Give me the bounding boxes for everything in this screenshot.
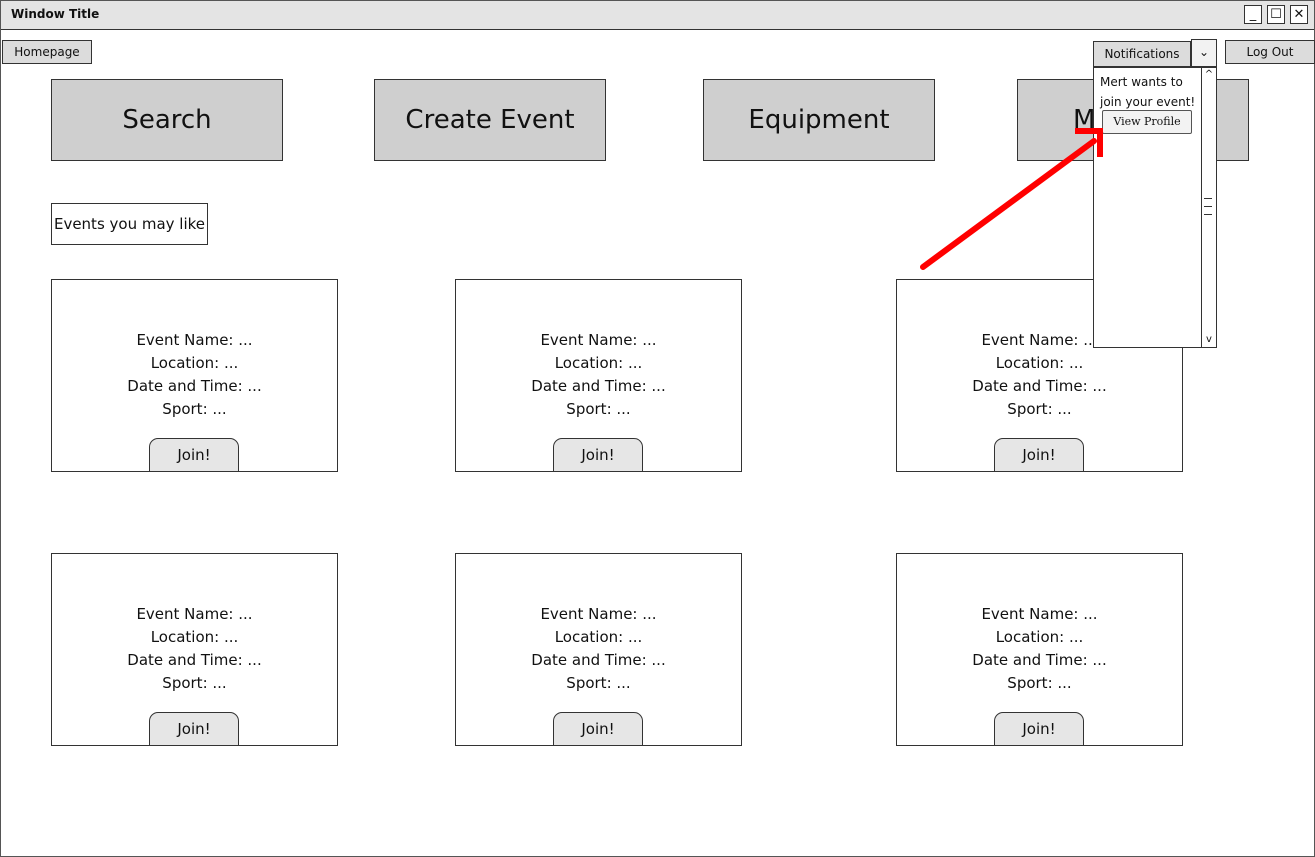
create-event-button[interactable]: Create Event	[374, 79, 606, 161]
homepage-button[interactable]: Homepage	[2, 40, 92, 64]
chevron-down-icon: ⌄	[1198, 45, 1210, 59]
event-sport: Sport: ...	[1007, 674, 1072, 692]
event-datetime: Date and Time: ...	[531, 377, 666, 395]
event-location: Location: ...	[554, 628, 643, 646]
close-button[interactable]: ✕	[1290, 5, 1308, 24]
equipment-button[interactable]: Equipment	[703, 79, 935, 161]
event-name: Event Name: ...	[136, 331, 253, 349]
section-label: Events you may like	[51, 203, 208, 245]
event-location: Location: ...	[150, 628, 239, 646]
event-sport: Sport: ...	[162, 674, 227, 692]
join-button[interactable]: Join!	[149, 438, 239, 472]
join-button[interactable]: Join!	[553, 438, 643, 472]
event-card: Event Name: ... Location: ... Date and T…	[455, 553, 742, 746]
event-name: Event Name: ...	[136, 605, 253, 623]
maximize-button[interactable]: ☐	[1267, 5, 1285, 24]
event-card: Event Name: ... Location: ... Date and T…	[896, 553, 1183, 746]
notifications-button[interactable]: Notifications	[1093, 41, 1191, 67]
search-button[interactable]: Search	[51, 79, 283, 161]
scroll-grip-line	[1204, 198, 1212, 199]
join-button[interactable]: Join!	[149, 712, 239, 746]
app-window: Window Title _ ☐ ✕ Homepage Notification…	[0, 0, 1315, 857]
join-button[interactable]: Join!	[994, 438, 1084, 472]
scroll-down-icon[interactable]: v	[1202, 333, 1216, 347]
event-location: Location: ...	[995, 354, 1084, 372]
event-name: Event Name: ...	[540, 605, 657, 623]
event-card: Event Name: ... Location: ... Date and T…	[51, 553, 338, 746]
notifications-panel: Mert wants to join your event! View Prof…	[1093, 67, 1217, 348]
event-sport: Sport: ...	[162, 400, 227, 418]
event-datetime: Date and Time: ...	[127, 651, 262, 669]
minimize-button[interactable]: _	[1244, 5, 1262, 24]
event-name: Event Name: ...	[981, 605, 1098, 623]
window-title: Window Title	[11, 7, 100, 21]
event-datetime: Date and Time: ...	[531, 651, 666, 669]
event-sport: Sport: ...	[566, 674, 631, 692]
event-datetime: Date and Time: ...	[127, 377, 262, 395]
notifications-scrollbar[interactable]: ^ v	[1201, 68, 1216, 347]
event-card: Event Name: ... Location: ... Date and T…	[455, 279, 742, 472]
scroll-grip-line	[1204, 214, 1212, 215]
view-profile-button[interactable]: View Profile	[1102, 110, 1192, 134]
event-location: Location: ...	[995, 628, 1084, 646]
event-name: Event Name: ...	[540, 331, 657, 349]
event-sport: Sport: ...	[566, 400, 631, 418]
event-datetime: Date and Time: ...	[972, 377, 1107, 395]
event-card: Event Name: ... Location: ... Date and T…	[51, 279, 338, 472]
scroll-up-icon[interactable]: ^	[1202, 68, 1216, 82]
event-location: Location: ...	[554, 354, 643, 372]
notification-message: Mert wants to join your event!	[1100, 75, 1196, 109]
event-sport: Sport: ...	[1007, 400, 1072, 418]
scroll-grip-line	[1204, 206, 1212, 207]
logout-button[interactable]: Log Out	[1225, 40, 1315, 64]
title-bar: Window Title _ ☐ ✕	[1, 1, 1314, 30]
join-button[interactable]: Join!	[553, 712, 643, 746]
event-location: Location: ...	[150, 354, 239, 372]
notifications-dropdown-button[interactable]: ⌄	[1191, 39, 1217, 67]
event-datetime: Date and Time: ...	[972, 651, 1107, 669]
join-button[interactable]: Join!	[994, 712, 1084, 746]
